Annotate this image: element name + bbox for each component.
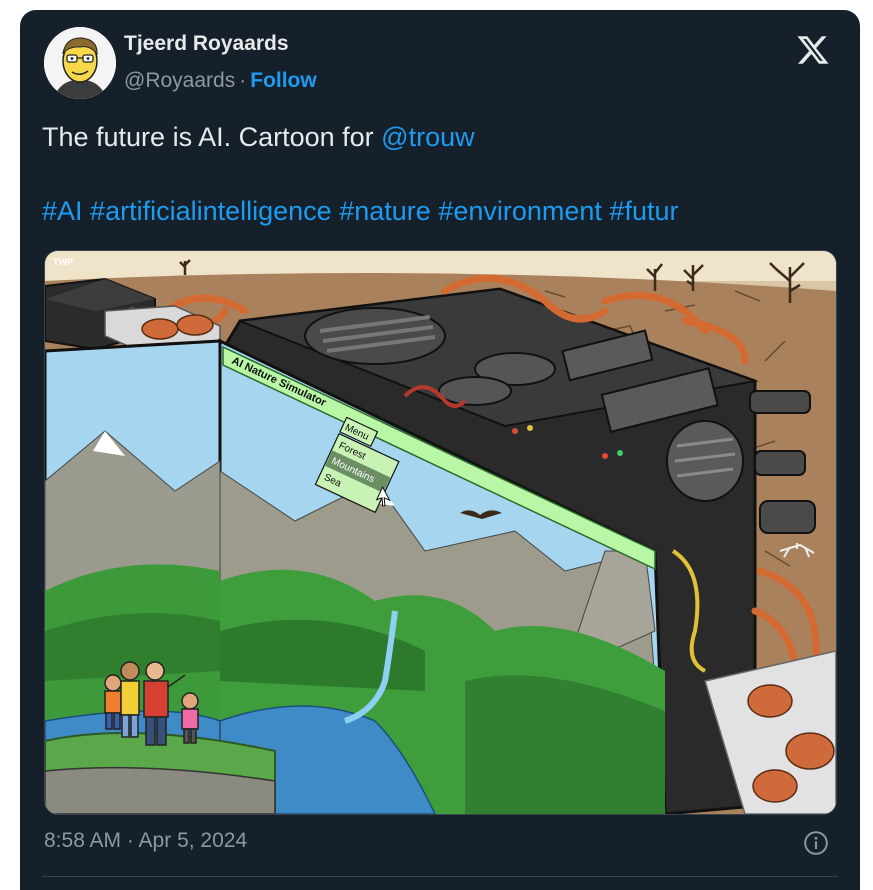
- footer-divider: [42, 876, 838, 877]
- hashtag-ai[interactable]: #AI: [42, 196, 83, 226]
- author-handle[interactable]: @Royaards: [124, 69, 235, 92]
- tweet-text: The future is AI. Cartoon for @trouw: [42, 122, 475, 153]
- x-logo-glyph: [797, 36, 829, 64]
- cartoon-image[interactable]: AI Nature Simulator Menu Forest Mountain…: [44, 250, 837, 815]
- mention-link[interactable]: @trouw: [381, 122, 474, 152]
- hashtag-futur[interactable]: #futur: [609, 196, 678, 226]
- avatar[interactable]: [44, 27, 116, 99]
- separator: ·: [239, 69, 247, 92]
- hashtag-nature[interactable]: #nature: [339, 196, 431, 226]
- info-icon[interactable]: [803, 830, 829, 856]
- info-glyph: [804, 831, 828, 855]
- artist-signature: TWP: [53, 257, 73, 267]
- tweet-card: Tjeerd Royaards @Royaards · Follow The fut…: [20, 10, 860, 890]
- author-name[interactable]: Tjeerd Royaards: [124, 32, 289, 56]
- handle-row: @Royaards · Follow: [124, 69, 317, 93]
- tweet-timestamp[interactable]: 8:58 AM · Apr 5, 2024: [44, 829, 247, 853]
- hashtag-artificialintelligence[interactable]: #artificialintelligence: [90, 196, 332, 226]
- avatar-cartoon-face: [44, 27, 116, 99]
- x-logo-icon[interactable]: [796, 33, 830, 67]
- hashtag-line: #AI #artificialintelligence #nature #env…: [42, 196, 678, 227]
- follow-button[interactable]: Follow: [250, 69, 317, 92]
- hashtag-environment[interactable]: #environment: [438, 196, 602, 226]
- tweet-body: The future is AI. Cartoon for: [42, 122, 382, 152]
- cartoon-illustration: AI Nature Simulator Menu Forest Mountain…: [45, 251, 836, 814]
